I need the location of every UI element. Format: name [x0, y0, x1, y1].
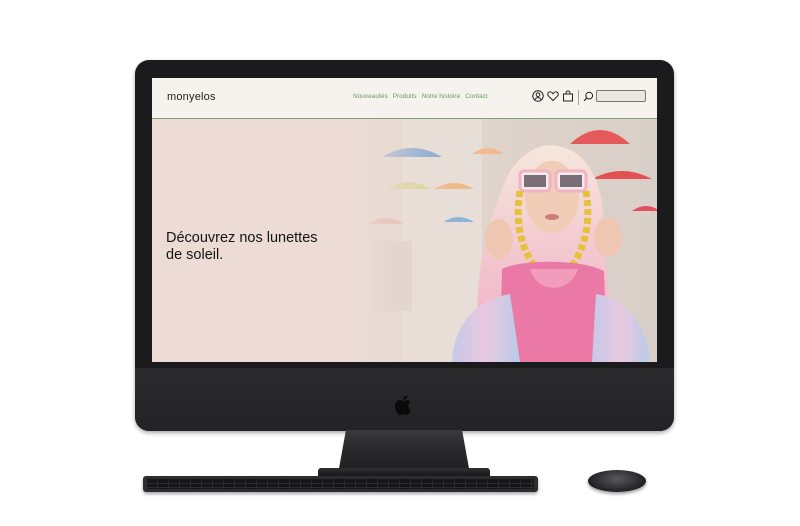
nav-link-notre-histoire[interactable]: Notre histoire: [422, 93, 461, 100]
nav-link-produits[interactable]: Produits: [393, 93, 417, 100]
search-icon[interactable]: [583, 91, 594, 102]
mouse: [588, 470, 646, 492]
main-nav: Nouveautés Produits Notre histoire Conta…: [353, 93, 488, 100]
monitor: monyelos Nouveautés Produits Notre histo…: [135, 60, 674, 431]
header-divider: [578, 90, 579, 105]
apple-icon: [394, 395, 411, 416]
keyboard-keys: [147, 479, 534, 489]
screen: monyelos Nouveautés Produits Notre histo…: [152, 78, 657, 362]
keyboard: [143, 476, 538, 492]
site-header: monyelos Nouveautés Produits Notre histo…: [152, 78, 657, 119]
search-input[interactable]: [596, 90, 646, 102]
shopping-bag-icon[interactable]: [562, 90, 574, 102]
brand-logo[interactable]: monyelos: [167, 91, 216, 103]
hero-photo: [342, 119, 657, 362]
hero-title: Découvrez nos lunettes de soleil.: [166, 230, 366, 264]
nav-link-contact[interactable]: Contact: [465, 93, 487, 100]
hero-title-line-1: Découvrez nos lunettes: [166, 230, 318, 246]
nav-link-nouveautes[interactable]: Nouveautés: [353, 93, 388, 100]
header-icons: [532, 90, 574, 102]
user-icon[interactable]: [532, 90, 544, 102]
heart-icon[interactable]: [547, 90, 559, 102]
hero-banner: Découvrez nos lunettes de soleil.: [152, 119, 657, 362]
hero-title-line-2: de soleil.: [166, 247, 224, 263]
